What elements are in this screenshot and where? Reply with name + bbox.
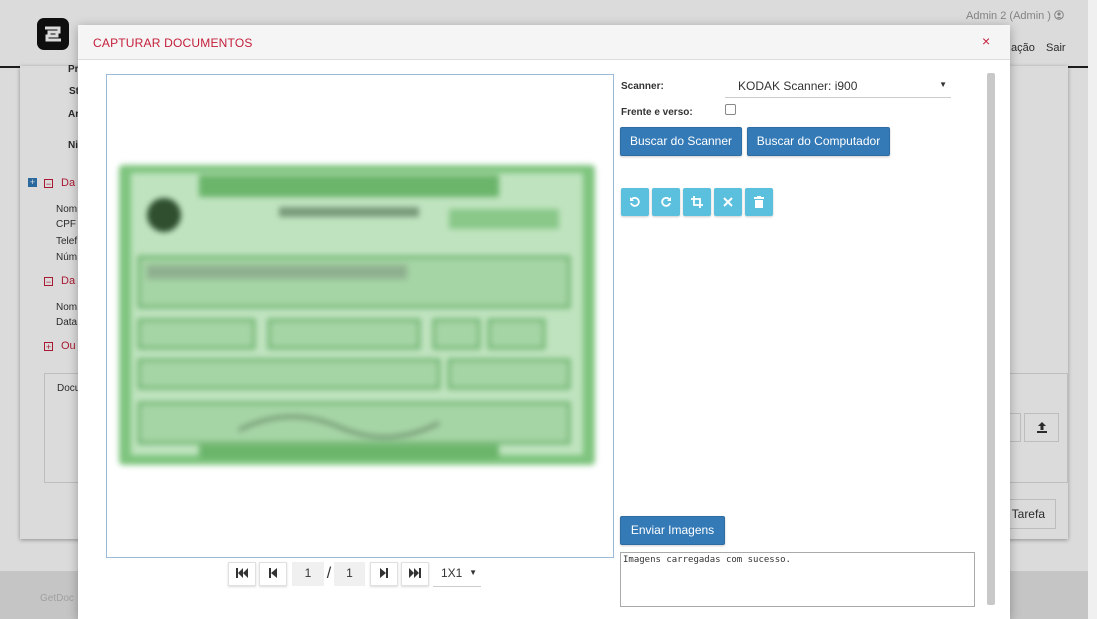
scanned-document-image — [119, 165, 595, 465]
crop-icon — [691, 196, 703, 211]
close-button[interactable]: × — [982, 33, 990, 49]
dialog-header: CAPTURAR DOCUMENTOS × — [78, 25, 1010, 60]
duplex-checkbox[interactable] — [725, 104, 736, 115]
next-page-icon — [380, 567, 388, 581]
scanner-value: KODAK Scanner: i900 — [738, 79, 858, 93]
close-icon — [723, 196, 733, 210]
crop-button[interactable] — [683, 188, 711, 216]
prev-page-button[interactable] — [259, 562, 287, 586]
last-page-icon — [409, 567, 421, 581]
rotate-left-icon — [629, 196, 641, 211]
image-viewer[interactable] — [106, 74, 614, 558]
scan-from-computer-button[interactable]: Buscar do Computador — [747, 127, 890, 156]
page-scrollbar[interactable] — [1088, 0, 1097, 619]
capture-dialog: CAPTURAR DOCUMENTOS × 1 / 1 1X1 ▼ Scanne… — [78, 25, 1010, 619]
send-images-button[interactable]: Enviar Imagens — [620, 516, 725, 545]
chevron-down-icon: ▼ — [939, 80, 947, 89]
zoom-select[interactable]: 1X1 ▼ — [433, 562, 481, 587]
dialog-title: CAPTURAR DOCUMENTOS — [93, 36, 253, 50]
total-pages-field: 1 — [334, 562, 365, 586]
rotate-right-button[interactable] — [652, 188, 680, 216]
status-log[interactable]: Imagens carregadas com sucesso. — [620, 552, 975, 607]
rotate-left-button[interactable] — [621, 188, 649, 216]
scanner-label: Scanner: — [621, 81, 664, 92]
rotate-right-icon — [660, 196, 672, 211]
duplex-label: Frente e verso: — [621, 107, 693, 118]
trash-button[interactable] — [745, 188, 773, 216]
delete-selection-button[interactable] — [714, 188, 742, 216]
scanner-select[interactable]: KODAK Scanner: i900 ▼ — [725, 75, 951, 98]
scan-from-scanner-button[interactable]: Buscar do Scanner — [620, 127, 742, 156]
page-separator: / — [326, 565, 332, 582]
last-page-button[interactable] — [401, 562, 429, 586]
first-page-button[interactable] — [228, 562, 256, 586]
prev-page-icon — [269, 567, 277, 581]
first-page-icon — [236, 567, 248, 581]
chevron-down-icon: ▼ — [469, 568, 477, 577]
zoom-value: 1X1 — [441, 566, 463, 580]
current-page-field[interactable]: 1 — [292, 562, 324, 586]
next-page-button[interactable] — [370, 562, 398, 586]
dialog-scrollbar[interactable] — [987, 73, 995, 605]
trash-icon — [754, 196, 764, 211]
